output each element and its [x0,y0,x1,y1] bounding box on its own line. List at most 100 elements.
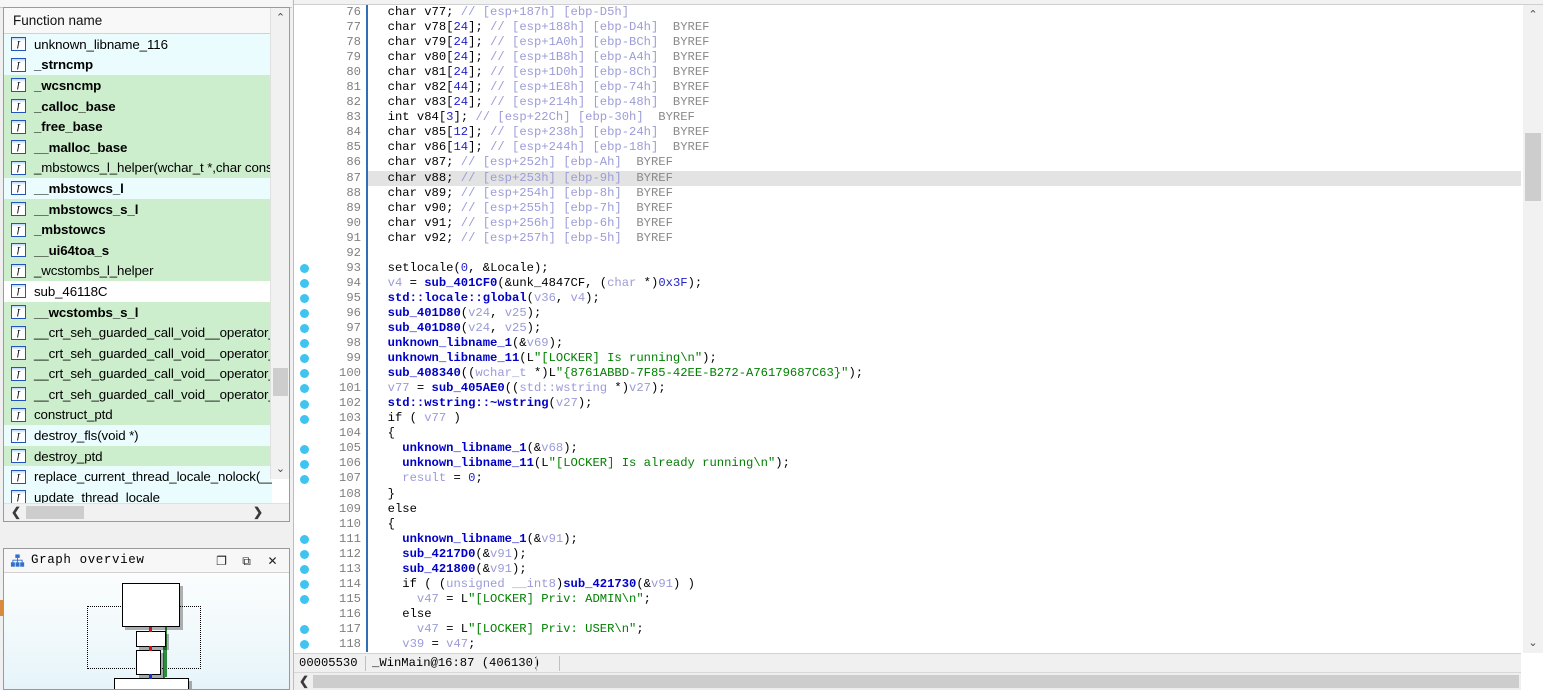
function-list-item[interactable]: f__crt_seh_guarded_call_void__operator__… [4,322,272,343]
code-line[interactable]: 90 char v91; // [esp+256h] [ebp-6h] BYRE… [293,216,1521,231]
breakpoint-dot-icon[interactable] [300,445,309,454]
breakpoint-dot-icon[interactable] [300,264,309,273]
breakpoint-dot-icon[interactable] [300,550,309,559]
graph-node[interactable] [114,678,189,689]
functions-column-header[interactable]: Function name [4,8,289,34]
code-line[interactable]: 97 sub_401D80(v24, v25); [293,321,1521,336]
code-line[interactable]: 106 unknown_libname_11(L"[LOCKER] Is alr… [293,456,1521,471]
function-list-item[interactable]: fsub_46118C [4,281,272,302]
function-list-item[interactable]: f__wcstombs_s_l [4,302,272,323]
code-line[interactable]: 76 char v77; // [esp+187h] [ebp-D5h] [293,5,1521,20]
code-line[interactable]: 98 unknown_libname_1(&v69); [293,336,1521,351]
function-list-item[interactable]: f__mbstowcs_l [4,178,272,199]
function-list-item[interactable]: fconstruct_ptd [4,405,272,426]
function-list-item[interactable]: f_wcsncmp [4,75,272,96]
code-line[interactable]: 86 char v87; // [esp+252h] [ebp-Ah] BYRE… [293,155,1521,170]
breakpoint-dot-icon[interactable] [300,625,309,634]
breakpoint-dot-icon[interactable] [300,595,309,604]
code-line[interactable]: 84 char v85[12]; // [esp+238h] [ebp-24h]… [293,125,1521,140]
code-line[interactable]: 110 { [293,517,1521,532]
code-line[interactable]: 88 char v89; // [esp+254h] [ebp-8h] BYRE… [293,186,1521,201]
code-hscroll-thumb[interactable] [313,675,1519,688]
function-list-item[interactable]: fdestroy_fls(void *) [4,425,272,446]
code-vscroll-thumb[interactable] [1525,133,1541,201]
functions-list[interactable]: funknown_libname_116f_strncmpf_wcsncmpf_… [4,34,272,505]
code-line[interactable]: 114 if ( (unsigned __int8)sub_421730(&v9… [293,577,1521,592]
code-line[interactable]: 103 if ( v77 ) [293,411,1521,426]
code-line[interactable]: 108 } [293,487,1521,502]
code-line[interactable]: 94 v4 = sub_401CF0(&unk_4847CF, (char *)… [293,276,1521,291]
graph-node[interactable] [136,650,161,675]
breakpoint-dot-icon[interactable] [300,279,309,288]
code-line[interactable]: 118 v39 = v47; [293,637,1521,652]
function-list-item[interactable]: f_free_base [4,116,272,137]
breakpoint-dot-icon[interactable] [300,309,309,318]
code-line[interactable]: 96 sub_401D80(v24, v25); [293,306,1521,321]
function-list-item[interactable]: f_mbstowcs [4,219,272,240]
code-line[interactable]: 104 { [293,426,1521,441]
code-line[interactable]: 109 else [293,502,1521,517]
code-line[interactable]: 105 unknown_libname_1(&v68); [293,441,1521,456]
function-list-item[interactable]: fdestroy_ptd [4,446,272,467]
breakpoint-dot-icon[interactable] [300,640,309,649]
breakpoint-dot-icon[interactable] [300,535,309,544]
code-line[interactable]: 78 char v79[24]; // [esp+1A0h] [ebp-BCh]… [293,35,1521,50]
code-line[interactable]: 116 else [293,607,1521,622]
function-list-item[interactable]: freplace_current_thread_locale_nolock(__… [4,466,272,487]
functions-vertical-scrollbar[interactable]: ⌃ ⌄ [270,8,289,479]
scroll-left-icon[interactable]: ❮ [7,504,25,521]
code-line[interactable]: 113 sub_421800(&v91); [293,562,1521,577]
code-line[interactable]: 107 result = 0; [293,471,1521,486]
breakpoint-dot-icon[interactable] [300,400,309,409]
breakpoint-dot-icon[interactable] [300,475,309,484]
functions-vscroll-thumb[interactable] [273,368,288,396]
breakpoint-dot-icon[interactable] [300,354,309,363]
function-list-item[interactable]: f__crt_seh_guarded_call_void__operator__… [4,384,272,405]
scroll-down-icon[interactable]: ⌄ [271,459,290,479]
code-scroll-up-icon[interactable]: ⌃ [1523,5,1543,25]
code-line[interactable]: 87 char v88; // [esp+253h] [ebp-9h] BYRE… [293,171,1521,186]
code-line[interactable]: 112 sub_4217D0(&v91); [293,547,1521,562]
code-scroll-down-icon[interactable]: ⌄ [1523,633,1543,653]
code-line[interactable]: 85 char v86[14]; // [esp+244h] [ebp-18h]… [293,140,1521,155]
function-list-item[interactable]: f_mbstowcs_l_helper(wchar_t *,char const… [4,158,272,179]
breakpoint-dot-icon[interactable] [300,580,309,589]
code-line[interactable]: 79 char v80[24]; // [esp+1B8h] [ebp-A4h]… [293,50,1521,65]
code-horizontal-scrollbar[interactable]: ❮ [293,672,1521,690]
restore-icon[interactable]: ⧉ [237,552,256,570]
breakpoint-dot-icon[interactable] [300,339,309,348]
graph-overview-canvas[interactable] [4,573,289,689]
function-list-item[interactable]: f_calloc_base [4,96,272,117]
breakpoint-dot-icon[interactable] [300,294,309,303]
code-line[interactable]: 100 sub_408340((wchar_t *)L"{8761ABBD-7F… [293,366,1521,381]
code-line[interactable]: 77 char v78[24]; // [esp+188h] [ebp-D4h]… [293,20,1521,35]
function-list-item[interactable]: f__crt_seh_guarded_call_void__operator__… [4,343,272,364]
functions-hscroll-thumb[interactable] [26,506,84,519]
code-line[interactable]: 115 v47 = L"[LOCKER] Priv: ADMIN\n"; [293,592,1521,607]
code-line[interactable]: 81 char v82[44]; // [esp+1E8h] [ebp-74h]… [293,80,1521,95]
function-list-item[interactable]: f_wcstombs_l_helper [4,261,272,282]
function-list-item[interactable]: funknown_libname_116 [4,34,272,55]
close-icon[interactable]: ✕ [263,552,282,570]
function-list-item[interactable]: f__mbstowcs_s_l [4,199,272,220]
code-line[interactable]: 93 setlocale(0, &Locale); [293,261,1521,276]
code-line[interactable]: 92 [293,246,1521,261]
breakpoint-dot-icon[interactable] [300,369,309,378]
breakpoint-dot-icon[interactable] [300,415,309,424]
code-line[interactable]: 117 v47 = L"[LOCKER] Priv: USER\n"; [293,622,1521,637]
function-list-item[interactable]: f__crt_seh_guarded_call_void__operator__… [4,364,272,385]
breakpoint-dot-icon[interactable] [300,384,309,393]
code-line[interactable]: 102 std::wstring::~wstring(v27); [293,396,1521,411]
function-list-item[interactable]: f_strncmp [4,55,272,76]
code-line[interactable]: 91 char v92; // [esp+257h] [ebp-5h] BYRE… [293,231,1521,246]
breakpoint-dot-icon[interactable] [300,324,309,333]
code-line[interactable]: 89 char v90; // [esp+255h] [ebp-7h] BYRE… [293,201,1521,216]
scroll-right-icon[interactable]: ❯ [249,504,267,521]
breakpoint-dot-icon[interactable] [300,460,309,469]
scroll-up-icon[interactable]: ⌃ [271,8,290,28]
pseudocode-text-area[interactable]: 76 char v77; // [esp+187h] [ebp-D5h]77 c… [293,5,1521,653]
functions-horizontal-scrollbar[interactable]: ❮ ❯ [4,503,289,521]
function-list-item[interactable]: f__malloc_base [4,137,272,158]
code-line[interactable]: 111 unknown_libname_1(&v91); [293,532,1521,547]
graph-node[interactable] [136,631,166,647]
